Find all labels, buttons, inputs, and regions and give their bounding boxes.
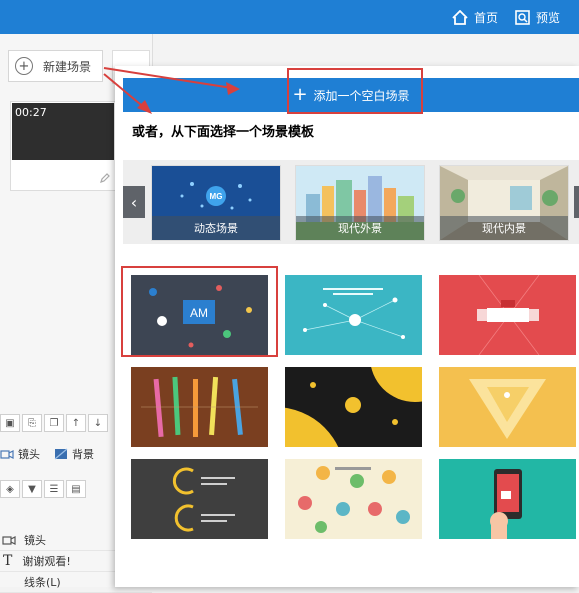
preview-icon [515,9,530,25]
template-circles[interactable] [285,367,422,447]
export-icon[interactable]: ⎘ [22,414,42,432]
template-triangle[interactable] [439,367,576,447]
camera-icon [0,449,14,459]
align-icon[interactable]: ◈ [0,480,20,498]
new-scene-button[interactable]: + 新建场景 [8,50,103,82]
category-label: 动态场景 [152,216,280,240]
carousel-next-button[interactable] [574,186,579,218]
scene-thumbnail[interactable]: 00:27 [10,101,116,191]
annotation-box [121,266,278,357]
carousel-prev-button[interactable]: ‹ [123,186,145,218]
camera-icon [2,535,16,545]
element-tabs: 镜头 背景 [0,446,94,462]
category-label: 现代外景 [296,216,424,240]
group-icon[interactable]: ▤ [66,480,86,498]
filter-icon[interactable]: ▼ [22,480,42,498]
template-phone[interactable] [439,459,576,539]
scene-toolbar: ▣ ⎘ ❐ ↑ ↓ [0,412,116,434]
tab-background[interactable]: 背景 [54,446,94,462]
category-dynamic[interactable]: MG 动态场景 [151,165,281,241]
chevron-left-icon: ‹ [130,192,138,212]
template-ribbon[interactable] [439,275,576,355]
mg-badge: MG [210,192,223,201]
element-toolbar: ◈ ▼ ☰ ▤ [0,478,116,500]
template-pencils[interactable] [131,367,268,447]
preview-label: 预览 [536,10,561,25]
annotation-box [287,68,423,114]
move-up-icon[interactable]: ↑ [66,414,86,432]
copy-icon[interactable]: ❐ [44,414,64,432]
template-people[interactable] [285,459,422,539]
background-icon [54,448,68,460]
edit-icon[interactable] [99,172,111,184]
new-scene-label: 新建场景 [43,59,92,74]
category-label: 现代内景 [440,216,568,240]
scene-time: 00:27 [15,106,47,119]
tab-camera[interactable]: 镜头 [0,446,40,462]
layer-icon[interactable]: ☰ [44,480,64,498]
template-network[interactable] [285,275,422,355]
template-text-circles[interactable] [131,459,268,539]
text-icon: T [3,553,13,569]
category-modern-exterior[interactable]: 现代外景 [295,165,425,241]
category-modern-interior[interactable]: 现代内景 [439,165,569,241]
home-label: 首页 [474,10,499,25]
home-button[interactable]: 首页 [452,0,498,34]
template-hint: 或者，从下面选择一个场景模板 [132,125,315,140]
plus-circle-icon: + [15,57,33,75]
move-down-icon[interactable]: ↓ [88,414,108,432]
preview-button[interactable]: 预览 [515,0,560,34]
home-icon [452,9,468,25]
delete-scene-icon[interactable]: ▣ [0,414,20,432]
